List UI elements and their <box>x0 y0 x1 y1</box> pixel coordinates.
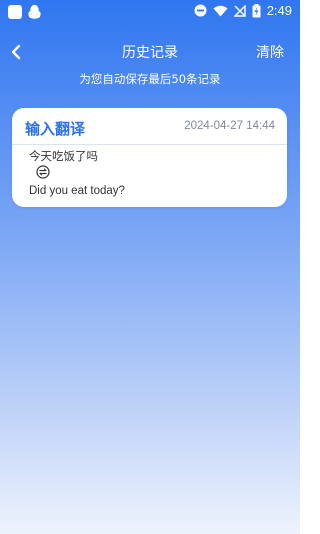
translated-text: Did you eat today? <box>29 185 125 197</box>
source-text: 今天吃饭了吗 <box>29 149 98 163</box>
status-time: 2:49 <box>266 3 292 18</box>
history-screen: 2:49 历史记录 清除 为您自动保存最后50条记录 输入翻译 2024-04-… <box>0 0 300 534</box>
history-card-timestamp: 2024-04-27 14:44 <box>184 120 275 132</box>
clear-button[interactable]: 清除 <box>256 42 284 62</box>
qq-penguin-icon <box>28 4 41 19</box>
swap-arrows-icon <box>36 165 50 179</box>
save-notice: 为您自动保存最后50条记录 <box>79 72 221 86</box>
battery-charging-icon <box>252 3 261 17</box>
header-bar: 历史记录 清除 <box>0 36 300 68</box>
status-right: 2:49 <box>194 3 292 18</box>
app-square-icon <box>8 4 22 19</box>
status-left <box>8 4 41 19</box>
history-card-label: 输入翻译 <box>25 120 86 138</box>
status-bar: 2:49 <box>0 0 300 24</box>
wifi-icon <box>213 5 228 16</box>
history-card-header: 输入翻译 2024-04-27 14:44 <box>12 108 287 145</box>
do-not-disturb-icon <box>194 4 207 17</box>
no-sim-signal-icon <box>233 4 246 17</box>
history-card[interactable]: 输入翻译 2024-04-27 14:44 今天吃饭了吗 Did you eat… <box>12 108 287 207</box>
page-title: 历史记录 <box>122 45 178 61</box>
